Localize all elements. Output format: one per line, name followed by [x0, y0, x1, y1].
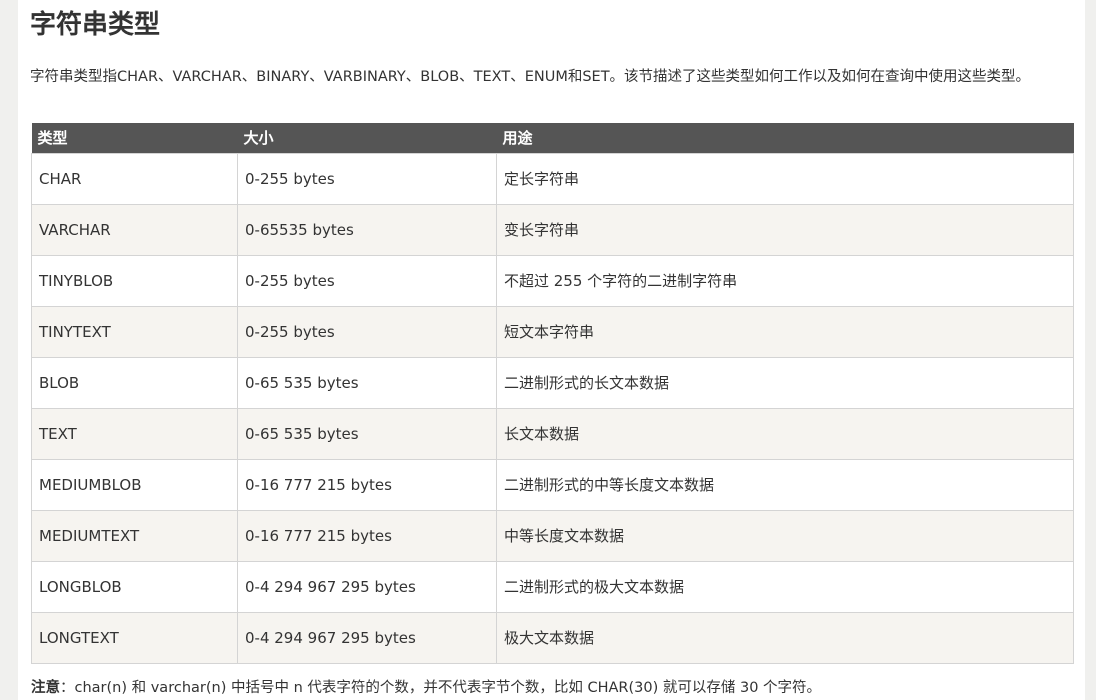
table-header-row: 类型 大小 用途	[31, 123, 1074, 154]
table-row: TINYTEXT 0-255 bytes 短文本字符串	[31, 306, 1074, 358]
string-types-table: 类型 大小 用途 CHAR 0-255 bytes 定长字符串 VARCHAR …	[31, 123, 1074, 664]
header-size: 大小	[237, 123, 497, 154]
cell-type: BLOB	[31, 357, 238, 409]
table-row: LONGTEXT 0-4 294 967 295 bytes 极大文本数据	[31, 612, 1074, 664]
note-text: ：char(n) 和 varchar(n) 中括号中 n 代表字符的个数，并不代…	[60, 680, 822, 696]
section-title: 字符串类型	[30, 10, 161, 40]
note-paragraph: 注意：char(n) 和 varchar(n) 中括号中 n 代表字符的个数，并…	[31, 676, 821, 700]
cell-type: TINYTEXT	[31, 306, 238, 358]
intro-paragraph: 字符串类型指CHAR、VARCHAR、BINARY、VARBINARY、BLOB…	[30, 69, 1031, 85]
cell-usage: 短文本字符串	[496, 306, 1074, 358]
cell-size: 0-65535 bytes	[237, 204, 497, 256]
cell-usage: 极大文本数据	[496, 612, 1074, 664]
cell-size: 0-65 535 bytes	[237, 408, 497, 460]
cell-size: 0-4 294 967 295 bytes	[237, 612, 497, 664]
cell-usage: 定长字符串	[496, 153, 1074, 205]
note-label: 注意	[31, 680, 60, 696]
cell-size: 0-255 bytes	[237, 153, 497, 205]
cell-usage: 长文本数据	[496, 408, 1074, 460]
table-row: BLOB 0-65 535 bytes 二进制形式的长文本数据	[31, 357, 1074, 409]
cell-type: TEXT	[31, 408, 238, 460]
cell-type: MEDIUMTEXT	[31, 510, 238, 562]
table-row: TINYBLOB 0-255 bytes 不超过 255 个字符的二进制字符串	[31, 255, 1074, 307]
cell-usage: 二进制形式的长文本数据	[496, 357, 1074, 409]
page-container: 字符串类型 字符串类型指CHAR、VARCHAR、BINARY、VARBINAR…	[18, 0, 1085, 700]
cell-size: 0-16 777 215 bytes	[237, 510, 497, 562]
table-row: CHAR 0-255 bytes 定长字符串	[31, 153, 1074, 205]
cell-type: VARCHAR	[31, 204, 238, 256]
cell-size: 0-255 bytes	[237, 306, 497, 358]
cell-usage: 不超过 255 个字符的二进制字符串	[496, 255, 1074, 307]
table-row: LONGBLOB 0-4 294 967 295 bytes 二进制形式的极大文…	[31, 561, 1074, 613]
cell-size: 0-65 535 bytes	[237, 357, 497, 409]
cell-type: LONGTEXT	[31, 612, 238, 664]
cell-usage: 二进制形式的中等长度文本数据	[496, 459, 1074, 511]
cell-type: MEDIUMBLOB	[31, 459, 238, 511]
cell-type: LONGBLOB	[31, 561, 238, 613]
cell-size: 0-16 777 215 bytes	[237, 459, 497, 511]
cell-usage: 中等长度文本数据	[496, 510, 1074, 562]
table-row: TEXT 0-65 535 bytes 长文本数据	[31, 408, 1074, 460]
cell-type: TINYBLOB	[31, 255, 238, 307]
article-content: 字符串类型 字符串类型指CHAR、VARCHAR、BINARY、VARBINAR…	[30, 0, 1074, 696]
header-type: 类型	[31, 123, 238, 154]
table-row: MEDIUMTEXT 0-16 777 215 bytes 中等长度文本数据	[31, 510, 1074, 562]
table-row: MEDIUMBLOB 0-16 777 215 bytes 二进制形式的中等长度…	[31, 459, 1074, 511]
table-row: VARCHAR 0-65535 bytes 变长字符串	[31, 204, 1074, 256]
cell-type: CHAR	[31, 153, 238, 205]
cell-size: 0-4 294 967 295 bytes	[237, 561, 497, 613]
header-usage: 用途	[496, 123, 1074, 154]
cell-size: 0-255 bytes	[237, 255, 497, 307]
cell-usage: 二进制形式的极大文本数据	[496, 561, 1074, 613]
cell-usage: 变长字符串	[496, 204, 1074, 256]
